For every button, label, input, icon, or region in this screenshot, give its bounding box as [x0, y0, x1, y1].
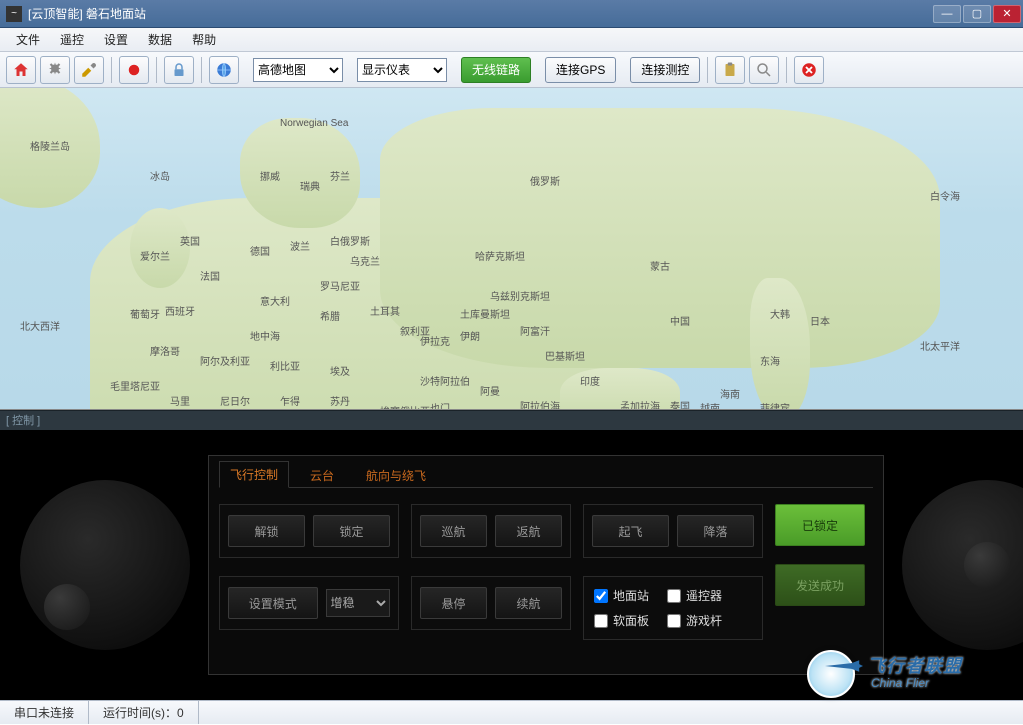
gear-button[interactable] [40, 56, 70, 84]
separator [201, 57, 202, 83]
control-panel-header: [ 控制 ] [0, 410, 1023, 430]
window-title: [云顶智能] 磐石地面站 [28, 5, 933, 22]
map-label: 北太平洋 [920, 338, 960, 353]
input-source-frame: 地面站 遥控器 软面板 游戏杆 [583, 576, 763, 640]
check-ground-station[interactable]: 地面站 [594, 587, 649, 604]
menu-bar: 文件 遥控 设置 数据 帮助 [0, 28, 1023, 52]
center-control-group: 飞行控制 云台 航向与绕飞 解锁 锁定 设置模式 增稳 巡航 [208, 455, 884, 675]
menu-file[interactable]: 文件 [6, 28, 50, 51]
separator [111, 57, 112, 83]
serial-status: 串口未连接 [0, 701, 89, 724]
menu-help[interactable]: 帮助 [182, 28, 226, 51]
menu-remote[interactable]: 遥控 [50, 28, 94, 51]
minimize-button[interactable]: — [933, 5, 961, 23]
joystick-knob[interactable] [44, 584, 90, 630]
run-time-cell: 运行时间(s)：0 [89, 701, 199, 724]
check-joystick[interactable]: 游戏杆 [667, 612, 722, 629]
connect-telemetry-button[interactable]: 连接测控 [630, 57, 700, 83]
set-mode-button[interactable]: 设置模式 [228, 587, 318, 619]
map-provider-select[interactable]: 高德地图 [253, 58, 343, 82]
connect-gps-button[interactable]: 连接GPS [545, 57, 616, 83]
control-grid: 解锁 锁定 设置模式 增稳 巡航 返航 悬停 续航 [219, 488, 873, 664]
menu-settings[interactable]: 设置 [94, 28, 138, 51]
control-panel: 飞行控制 云台 航向与绕飞 解锁 锁定 设置模式 增稳 巡航 [0, 430, 1023, 700]
run-time-label: 运行时间(s)： [103, 706, 177, 720]
lock-button[interactable] [164, 56, 194, 84]
close-button[interactable]: ✕ [993, 5, 1021, 23]
hover-button[interactable]: 悬停 [420, 587, 487, 619]
status-bar: 串口未连接 运行时间(s)：0 [0, 700, 1023, 724]
takeoff-frame: 起飞 降落 [583, 504, 763, 558]
record-button[interactable] [119, 56, 149, 84]
separator [786, 57, 787, 83]
map-label: 海南 [720, 386, 740, 401]
return-home-button[interactable]: 返航 [495, 515, 562, 547]
app-icon: ~ [6, 6, 22, 22]
separator [707, 57, 708, 83]
toolbar: 高德地图 显示仪表 无线链路 连接GPS 连接测控 [0, 52, 1023, 88]
tools-button[interactable] [74, 56, 104, 84]
map-label: 越南 [700, 400, 720, 410]
title-bar: ~ [云顶智能] 磐石地面站 — ▢ ✕ [0, 0, 1023, 28]
map-label: 冰岛 [150, 168, 170, 183]
menu-data[interactable]: 数据 [138, 28, 182, 51]
lock-button[interactable]: 锁定 [313, 515, 390, 547]
map-label: 北大西洋 [20, 318, 60, 333]
tab-gimbal[interactable]: 云台 [299, 462, 345, 488]
globe-button[interactable] [209, 56, 239, 84]
check-remote[interactable]: 遥控器 [667, 587, 722, 604]
mode-frame: 设置模式 增稳 [219, 576, 399, 630]
wireless-link-button[interactable]: 无线链路 [461, 57, 531, 83]
unlock-button[interactable]: 解锁 [228, 515, 305, 547]
map-view[interactable]: 格陵兰岛 冰岛 Norwegian Sea 挪威 瑞典 芬兰 俄罗斯 白令海 英… [0, 88, 1023, 410]
maximize-button[interactable]: ▢ [963, 5, 991, 23]
right-joystick[interactable] [902, 480, 1023, 650]
search-button[interactable] [749, 56, 779, 84]
mode-select[interactable]: 增稳 [326, 589, 391, 617]
display-select[interactable]: 显示仪表 [357, 58, 447, 82]
land-button[interactable]: 降落 [677, 515, 754, 547]
tab-heading-orbit[interactable]: 航向与绕飞 [355, 462, 437, 488]
clipboard-button[interactable] [715, 56, 745, 84]
hover-frame: 悬停 续航 [411, 576, 571, 630]
control-tabs: 飞行控制 云台 航向与绕飞 [219, 462, 873, 488]
status-locked: 已锁定 [775, 504, 865, 546]
home-button[interactable] [6, 56, 36, 84]
left-joystick[interactable] [20, 480, 190, 650]
close-red-button[interactable] [794, 56, 824, 84]
separator [156, 57, 157, 83]
status-send-success: 发送成功 [775, 564, 865, 606]
run-time-value: 0 [177, 706, 184, 720]
takeoff-button[interactable]: 起飞 [592, 515, 669, 547]
lock-frame: 解锁 锁定 [219, 504, 399, 558]
cruise-frame: 巡航 返航 [411, 504, 571, 558]
joystick-knob[interactable] [964, 542, 1010, 588]
tab-flight-control[interactable]: 飞行控制 [219, 461, 289, 488]
resume-button[interactable]: 续航 [495, 587, 562, 619]
cruise-button[interactable]: 巡航 [420, 515, 487, 547]
check-soft-panel[interactable]: 软面板 [594, 612, 649, 629]
